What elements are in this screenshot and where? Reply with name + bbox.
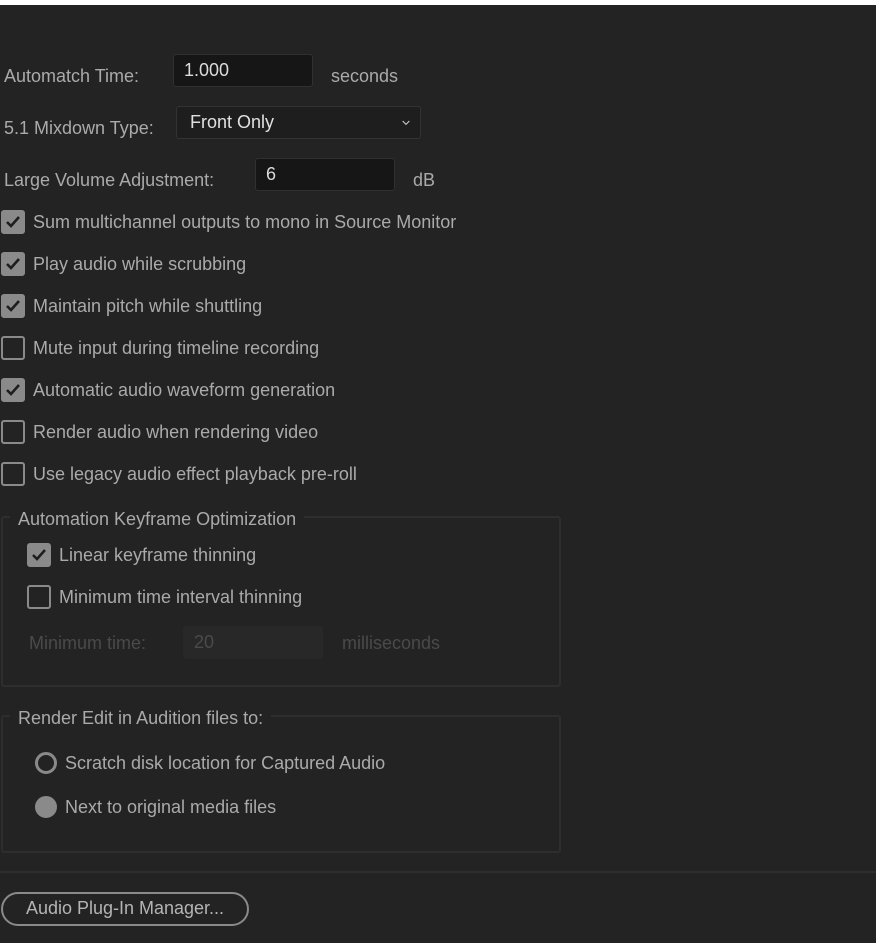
radio-button[interactable] [35,752,57,774]
checkbox-label: Play audio while scrubbing [33,254,247,274]
section-divider [0,871,876,873]
mixdown-type-label: 5.1 Mixdown Type: [4,118,154,138]
chevron-down-icon [402,120,410,126]
checkbox-label: Minimum time interval thinning [59,587,303,607]
audio-preferences-panel: Automatch Time: 1.000 seconds 5.1 Mixdow… [0,5,876,943]
checkbox-box[interactable] [1,336,25,360]
radio-label: Scratch disk location for Captured Audio [65,753,386,773]
automatch-time-label: Automatch Time: [4,66,140,86]
render-audition-group [1,715,561,853]
checkmark-icon [6,258,20,270]
large-volume-label: Large Volume Adjustment: [4,170,215,190]
min-time-input: 20 [183,626,323,659]
large-volume-unit: dB [413,170,436,190]
checkmark-icon [6,300,20,312]
large-volume-input[interactable]: 6 [255,158,395,191]
checkbox-box[interactable] [27,543,51,567]
checkbox-box[interactable] [1,462,25,486]
render-group-title: Render Edit in Audition files to: [10,707,272,729]
checkbox-label: Automatic audio waveform generation [33,380,336,400]
mixdown-type-dropdown[interactable]: Front Only [176,106,421,139]
checkbox-box[interactable] [1,252,25,276]
checkbox-box[interactable] [1,294,25,318]
checkmark-icon [6,216,20,228]
checkmark-icon [6,384,20,396]
radio-label: Next to original media files [65,797,277,817]
checkbox-label: Use legacy audio effect playback pre-rol… [33,464,357,484]
mixdown-type-value: Front Only [190,112,275,132]
min-time-unit: milliseconds [342,633,441,653]
checkbox-label: Mute input during timeline recording [33,338,320,358]
audio-plugin-manager-button[interactable]: Audio Plug-In Manager... [1,892,249,926]
min-time-label: Minimum time: [29,633,147,653]
checkbox-box[interactable] [1,378,25,402]
radio-button[interactable] [35,796,57,818]
checkmark-icon [32,549,46,561]
keyframe-group-title: Automation Keyframe Optimization [10,508,305,530]
checkbox-box[interactable] [27,585,51,609]
checkbox-box[interactable] [1,210,25,234]
checkbox-label: Maintain pitch while shuttling [33,296,263,316]
automatch-time-input[interactable]: 1.000 [173,54,313,87]
checkbox-box[interactable] [1,420,25,444]
checkbox-label: Sum multichannel outputs to mono in Sour… [33,212,457,232]
checkbox-label: Render audio when rendering video [33,422,319,442]
checkbox-label: Linear keyframe thinning [59,545,257,565]
automatch-time-unit: seconds [331,66,399,86]
